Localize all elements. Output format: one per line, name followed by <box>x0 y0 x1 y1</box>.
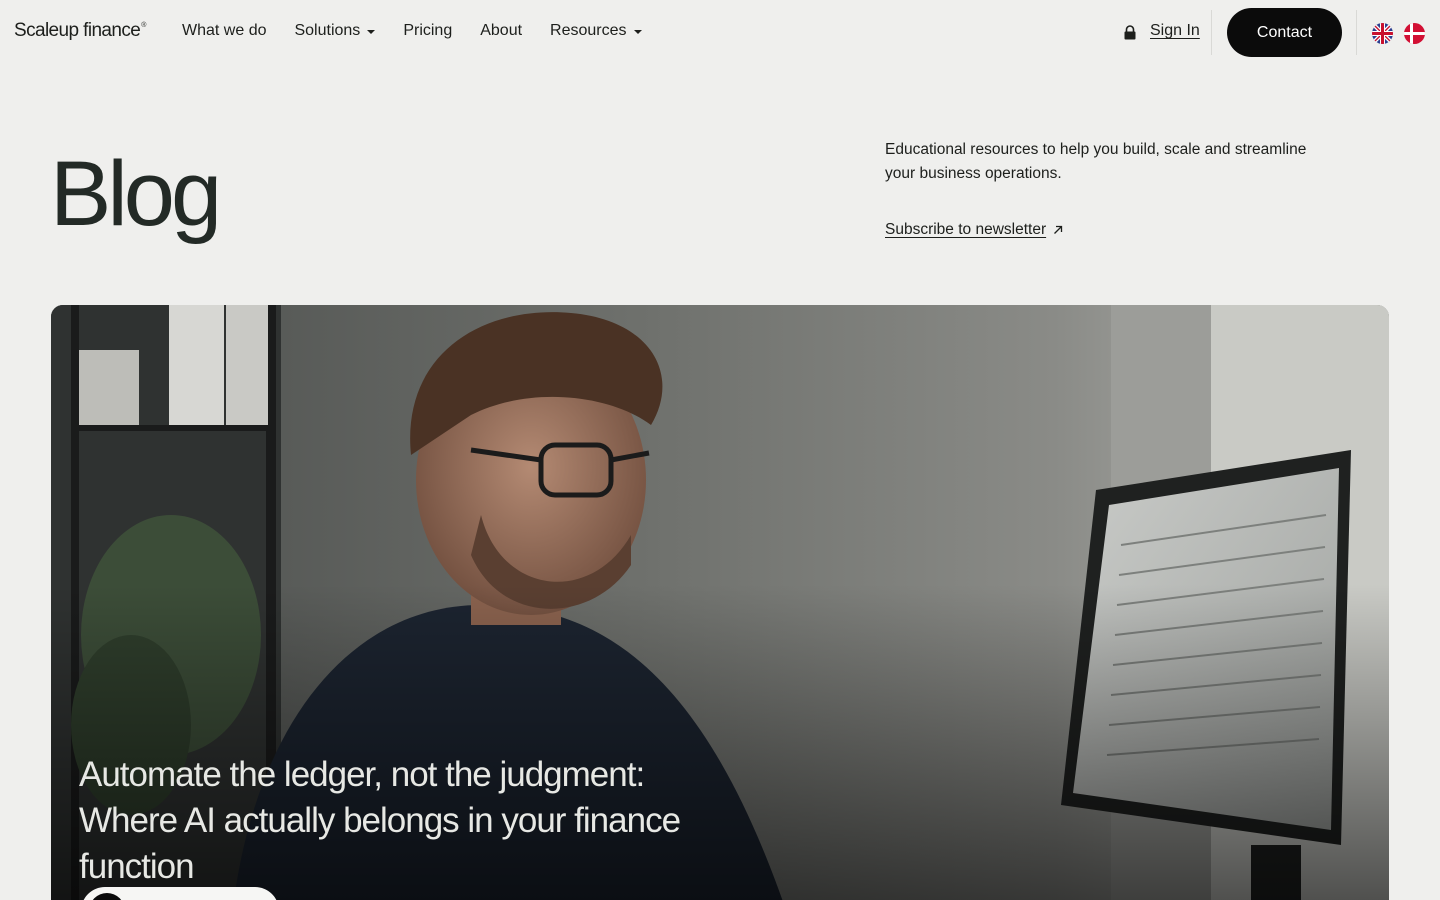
nav-item-what-we-do[interactable]: What we do <box>182 22 266 40</box>
nav-item-label: Pricing <box>403 22 453 39</box>
contact-button[interactable]: Contact <box>1227 8 1342 57</box>
featured-post-card[interactable]: Automate the ledger, not the judgment: W… <box>51 305 1389 900</box>
nav-item-pricing[interactable]: Pricing <box>403 22 452 40</box>
caret-down-icon <box>367 30 376 34</box>
header-divider <box>1356 10 1357 55</box>
logo-registered-mark: ® <box>141 22 146 29</box>
top-navigation-bar: Scaleup finance® What we do Solutions Pr… <box>0 0 1440 66</box>
nav-item-label: Resources <box>550 22 627 39</box>
newsletter-label: Subscribe to newsletter <box>885 221 1047 238</box>
nav-item-resources[interactable]: Resources <box>550 22 642 40</box>
sign-in-link[interactable]: Sign In <box>1150 22 1200 40</box>
lock-icon <box>1124 25 1136 40</box>
page-title: Blog <box>50 143 222 245</box>
main-nav: What we do Solutions Pricing About Resou… <box>182 22 670 40</box>
header-divider <box>1211 10 1212 55</box>
scaleup-finance-logo[interactable]: Scaleup finance® <box>14 20 146 42</box>
logo-text: Scaleup finance <box>14 20 141 41</box>
subscribe-newsletter-link[interactable]: Subscribe to newsletter <box>885 221 1064 239</box>
featured-post-title: Automate the ledger, not the judgment: W… <box>79 755 681 886</box>
nav-item-solutions[interactable]: Solutions <box>294 22 376 40</box>
arrow-circle-icon <box>89 893 125 900</box>
denmark-flag-icon[interactable] <box>1404 23 1425 44</box>
nav-item-label: What we do <box>182 22 267 39</box>
caret-down-icon <box>633 30 642 34</box>
nav-item-label: About <box>480 22 523 39</box>
nav-item-about[interactable]: About <box>480 22 522 40</box>
read-post-button[interactable] <box>81 887 279 900</box>
blog-intro-text: Educational resources to help you build,… <box>885 141 1307 182</box>
nav-item-label: Solutions <box>294 22 361 39</box>
arrow-up-right-icon <box>1054 225 1063 234</box>
uk-flag-icon[interactable] <box>1372 23 1393 44</box>
